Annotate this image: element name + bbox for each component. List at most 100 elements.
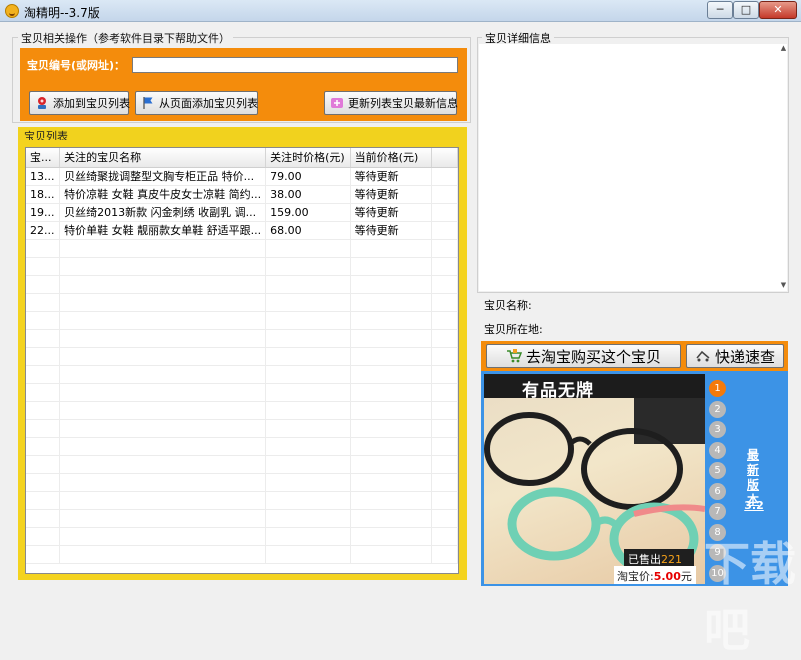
maximize-button[interactable]: □: [733, 1, 759, 19]
shopping-cart-icon: [506, 348, 523, 364]
title-bar: [0, 0, 801, 22]
column-header[interactable]: 当前价格(元): [350, 148, 432, 168]
empty-table-row: [26, 383, 458, 402]
table-cell: [59, 401, 267, 420]
empty-table-row: [26, 329, 458, 348]
table-cell: 等待更新: [350, 185, 432, 204]
table-cell: [431, 257, 458, 276]
ad-slide-dot[interactable]: 5: [709, 462, 726, 479]
table-cell: [265, 347, 351, 366]
table-cell: [26, 473, 61, 492]
table-cell: [431, 545, 458, 564]
ad-slide-dot[interactable]: 2: [709, 400, 726, 418]
ad-headline-bar: [484, 374, 705, 398]
item-location-label: 宝贝所在地:: [484, 323, 543, 336]
table-cell: [265, 383, 351, 402]
item-id-label: 宝贝编号(或网址)：: [27, 59, 126, 72]
column-header[interactable]: 关注的宝贝名称: [59, 148, 267, 168]
table-cell: [265, 473, 351, 492]
table-cell: [59, 239, 267, 258]
add-from-page-button[interactable]: 从页面添加宝贝列表: [135, 91, 258, 115]
table-cell: [350, 527, 432, 546]
flag-icon: [141, 96, 155, 110]
table-cell: [59, 293, 267, 312]
column-header[interactable]: 宝...: [26, 148, 61, 168]
table-cell: [26, 455, 61, 474]
refresh-icon: [330, 96, 344, 110]
table-cell: [265, 365, 351, 384]
ad-slide-dot[interactable]: 6: [709, 482, 726, 500]
scroll-down-icon[interactable]: ▼: [779, 281, 788, 289]
add-from-page-label: 从页面添加宝贝列表: [159, 97, 258, 110]
ad-slide-dot[interactable]: 4: [709, 441, 726, 459]
minimize-button[interactable]: ─: [707, 1, 733, 19]
table-cell: [431, 509, 458, 528]
refresh-list-label: 更新列表宝贝最新信息: [348, 97, 458, 110]
empty-table-row: [26, 545, 458, 564]
item-id-input[interactable]: [132, 57, 458, 73]
table-row[interactable]: 22... 特价单鞋 女鞋 靓丽款女单鞋 舒适平跟... 68.00 等待更新: [26, 221, 458, 240]
table-cell: [350, 239, 432, 258]
table-cell: [59, 473, 267, 492]
table-cell: [350, 491, 432, 510]
ad-sold-count: 已售出221件: [624, 549, 694, 582]
table-cell: 贝丝绮聚拢调整型文胸专柜正品 特价...: [59, 167, 267, 186]
refresh-list-button[interactable]: 更新列表宝贝最新信息: [324, 91, 458, 115]
empty-table-row: [26, 473, 458, 492]
table-row[interactable]: 18... 特价凉鞋 女鞋 真皮牛皮女士凉鞋 简约... 38.00 等待更新: [26, 185, 458, 204]
buy-on-taobao-label: 去淘宝购买这个宝贝: [525, 347, 661, 366]
table-cell: [59, 383, 267, 402]
ad-headline: 有品无牌: [522, 381, 594, 401]
scroll-up-icon[interactable]: ▲: [779, 44, 788, 52]
table-cell: 38.00: [265, 185, 351, 204]
close-button[interactable]: ✕: [759, 1, 797, 19]
table-cell: [431, 293, 458, 312]
table-cell: [26, 365, 61, 384]
table-row[interactable]: 13... 贝丝绮聚拢调整型文胸专柜正品 特价... 79.00 等待更新: [26, 167, 458, 186]
table-cell: [431, 383, 458, 402]
table-cell: [265, 455, 351, 474]
empty-table-row: [26, 257, 458, 276]
table-cell: [26, 419, 61, 438]
empty-table-row: [26, 311, 458, 330]
ad-price: 淘宝价:5.00元: [614, 566, 696, 584]
table-cell: [59, 329, 267, 348]
add-to-list-button[interactable]: 添加到宝贝列表: [29, 91, 130, 115]
ad-slide-dot[interactable]: 1: [709, 380, 726, 397]
table-cell: [350, 329, 432, 348]
table-cell: [265, 239, 351, 258]
table-cell: [431, 437, 458, 456]
table-cell: [431, 401, 458, 420]
details-text-area[interactable]: [479, 44, 787, 291]
express-tracking-button[interactable]: 快递速查: [686, 344, 784, 368]
item-list-table[interactable]: 宝... 关注的宝贝名称 关注时价格(元) 当前价格(元) 13... 贝丝绮聚拢调整型…: [25, 147, 459, 574]
table-cell: [431, 275, 458, 294]
table-cell: 79.00: [265, 167, 351, 186]
table-cell: [26, 329, 61, 348]
table-cell: 18...: [26, 185, 61, 204]
table-cell: [350, 545, 432, 564]
empty-table-row: [26, 401, 458, 420]
table-cell: [350, 347, 432, 366]
ad-version-number[interactable]: 3.2: [741, 499, 767, 512]
table-cell: [431, 185, 458, 204]
table-cell: [431, 491, 458, 510]
buy-on-taobao-button[interactable]: 去淘宝购买这个宝贝: [486, 344, 681, 368]
table-cell: [26, 437, 61, 456]
ad-slide-dot[interactable]: 3: [709, 421, 726, 438]
ad-slide-dot[interactable]: 7: [709, 503, 726, 520]
table-cell: [59, 257, 267, 276]
table-cell: [59, 437, 267, 456]
table-cell: [350, 293, 432, 312]
table-cell: [59, 311, 267, 330]
table-cell: [350, 509, 432, 528]
empty-table-row: [26, 293, 458, 312]
column-header[interactable]: 关注时价格(元): [265, 148, 351, 168]
table-row[interactable]: 19... 贝丝绮2013新款 闪金刺绣 收副乳 调... 159.00 等待更新: [26, 203, 458, 222]
truck-icon: [695, 348, 711, 364]
empty-table-row: [26, 275, 458, 294]
table-cell: [265, 419, 351, 438]
table-cell: [26, 545, 61, 564]
table-cell: [26, 401, 61, 420]
table-cell: [431, 527, 458, 546]
